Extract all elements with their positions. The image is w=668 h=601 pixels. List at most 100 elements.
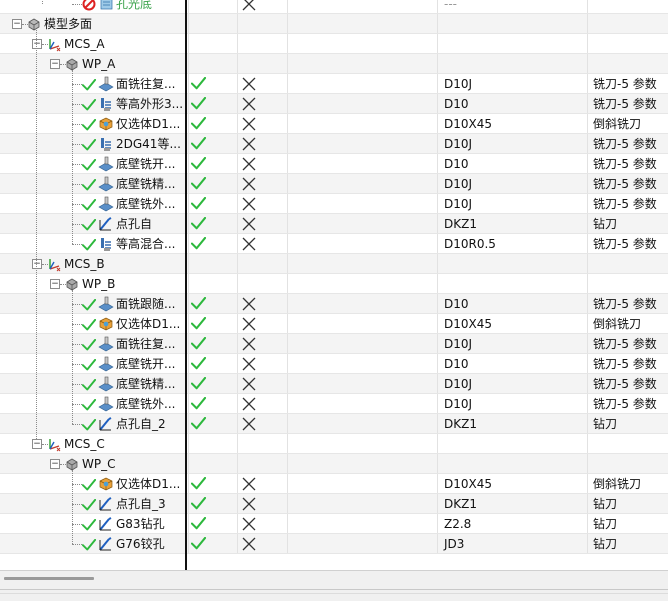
column-gridline — [188, 94, 189, 113]
column-gridline — [437, 234, 438, 253]
column-gridline — [287, 114, 288, 133]
collapse-toggle[interactable]: − — [32, 259, 42, 269]
operation-row[interactable]: 底壁铣精... D10J 铣刀-5 参数 — [0, 174, 668, 194]
name-cell[interactable]: − MCS_C — [0, 434, 185, 454]
operation-row[interactable]: 孔光底 --- — [0, 0, 668, 14]
collapse-toggle[interactable]: − — [50, 59, 60, 69]
name-cell[interactable]: 底壁铣外... — [0, 394, 185, 414]
operation-row[interactable]: 底壁铣开... D10 铣刀-5 参数 — [0, 154, 668, 174]
path-status-check-icon — [190, 296, 207, 311]
column-gridline — [237, 314, 238, 333]
operation-row[interactable]: 面铣往复... D10J 铣刀-5 参数 — [0, 334, 668, 354]
name-cell[interactable]: 底壁铣精... — [0, 374, 185, 394]
tree-group-row[interactable]: − WP_B — [0, 274, 668, 294]
status-check-icon — [81, 157, 97, 171]
operation-row[interactable]: 点孔自_2 DKZ1 钻刀 — [0, 414, 668, 434]
operation-row[interactable]: 仅选体D1... D10X45 倒斜铣刀 — [0, 114, 668, 134]
tree-line — [72, 324, 82, 325]
tree-line — [72, 84, 82, 85]
operation-row[interactable]: 面铣往复... D10J 铣刀-5 参数 — [0, 74, 668, 94]
name-cell[interactable]: 等高外形3... — [0, 94, 185, 114]
name-cell[interactable]: − MCS_B — [0, 254, 185, 274]
name-cell[interactable]: 底壁铣开... — [0, 154, 185, 174]
operation-row[interactable]: 底壁铣外... D10J 铣刀-5 参数 — [0, 194, 668, 214]
operation-row[interactable]: 2DG41等... D10J 铣刀-5 参数 — [0, 134, 668, 154]
face-operation-icon — [98, 296, 114, 312]
tool-cell: Z2.8 — [444, 517, 472, 531]
cross-icon — [242, 77, 256, 91]
name-cell[interactable]: 面铣往复... — [0, 74, 185, 94]
name-cell[interactable]: − WP_C — [0, 454, 185, 474]
operation-row[interactable]: 底壁铣开... D10 铣刀-5 参数 — [0, 354, 668, 374]
tree-group-row[interactable]: − MCS_C — [0, 434, 668, 454]
column-gridline — [188, 0, 189, 13]
operation-name: 孔光底 — [116, 0, 153, 11]
tree-group-row[interactable]: − MCS_A — [0, 34, 668, 54]
collapse-toggle[interactable]: − — [50, 459, 60, 469]
name-cell[interactable]: 底壁铣开... — [0, 354, 185, 374]
collapse-toggle[interactable]: − — [50, 279, 60, 289]
column-gridline — [287, 534, 288, 553]
operation-row[interactable]: 点孔自 DKZ1 钻刀 — [0, 214, 668, 234]
name-cell[interactable]: − MCS_A — [0, 34, 185, 54]
operation-row[interactable]: 仅选体D1... D10X45 倒斜铣刀 — [0, 474, 668, 494]
column-gridline — [237, 214, 238, 233]
tree-group-row[interactable]: − WP_A — [0, 54, 668, 74]
collapse-toggle[interactable]: − — [32, 39, 42, 49]
name-cell[interactable]: 仅选体D1... — [0, 114, 185, 134]
tree-line — [72, 524, 82, 525]
tool-cell: D10J — [444, 397, 473, 411]
operation-row[interactable]: 底壁铣外... D10J 铣刀-5 参数 — [0, 394, 668, 414]
column-divider[interactable] — [185, 0, 187, 570]
name-cell[interactable]: 仅选体D1... — [0, 474, 185, 494]
operation-row[interactable]: 仅选体D1... D10X45 倒斜铣刀 — [0, 314, 668, 334]
name-cell[interactable]: G76铰孔 — [0, 534, 185, 554]
name-cell[interactable]: 点孔自 — [0, 214, 185, 234]
drill-operation-icon — [98, 416, 114, 432]
name-cell[interactable]: 面铣跟随... — [0, 294, 185, 314]
name-cell[interactable]: 面铣往复... — [0, 334, 185, 354]
name-cell[interactable]: 点孔自_2 — [0, 414, 185, 434]
tree-group-row[interactable]: − WP_C — [0, 454, 668, 474]
column-gridline — [287, 354, 288, 373]
name-cell[interactable]: − 模型多面 — [0, 14, 185, 34]
name-cell[interactable]: 底壁铣外... — [0, 194, 185, 214]
name-cell[interactable]: 2DG41等... — [0, 134, 185, 154]
tree-group-row[interactable]: − 模型多面 — [0, 14, 668, 34]
operation-row[interactable]: G76铰孔 JD3 钻刀 — [0, 534, 668, 554]
column-gridline — [237, 494, 238, 513]
operation-row[interactable]: 底壁铣精... D10J 铣刀-5 参数 — [0, 374, 668, 394]
status-check-icon — [81, 317, 97, 331]
name-cell[interactable]: 孔光底 — [0, 0, 185, 14]
name-cell[interactable]: 点孔自_3 — [0, 494, 185, 514]
tree-line — [72, 4, 82, 5]
tool-type-cell: 倒斜铣刀 — [593, 477, 642, 491]
operation-row[interactable]: 点孔自_3 DKZ1 钻刀 — [0, 494, 668, 514]
column-gridline — [587, 434, 588, 453]
collapse-toggle[interactable]: − — [32, 439, 42, 449]
tree-line — [72, 244, 82, 245]
tree-group-row[interactable]: − MCS_B — [0, 254, 668, 274]
operation-row[interactable]: 等高混合... D10R0.5 铣刀-5 参数 — [0, 234, 668, 254]
column-gridline — [188, 374, 189, 393]
name-cell[interactable]: − WP_B — [0, 274, 185, 294]
tool-cell: D10R0.5 — [444, 237, 496, 251]
tool-cell: D10J — [444, 377, 473, 391]
column-gridline — [237, 234, 238, 253]
operation-row[interactable]: 等高外形3... D10 铣刀-5 参数 — [0, 94, 668, 114]
column-gridline — [188, 334, 189, 353]
operation-row[interactable]: G83钻孔 Z2.8 钻刀 — [0, 514, 668, 534]
tree-line — [72, 344, 82, 345]
column-gridline — [587, 254, 588, 273]
horizontal-scrollbar-thumb[interactable] — [4, 577, 94, 580]
zlevel-operation-icon — [98, 96, 114, 112]
collapse-toggle[interactable]: − — [12, 19, 22, 29]
column-gridline — [237, 294, 238, 313]
name-cell[interactable]: 底壁铣精... — [0, 174, 185, 194]
tool-cell: D10 — [444, 357, 469, 371]
name-cell[interactable]: − WP_A — [0, 54, 185, 74]
name-cell[interactable]: 等高混合... — [0, 234, 185, 254]
operation-row[interactable]: 面铣跟随... D10 铣刀-5 参数 — [0, 294, 668, 314]
name-cell[interactable]: G83钻孔 — [0, 514, 185, 534]
name-cell[interactable]: 仅选体D1... — [0, 314, 185, 334]
